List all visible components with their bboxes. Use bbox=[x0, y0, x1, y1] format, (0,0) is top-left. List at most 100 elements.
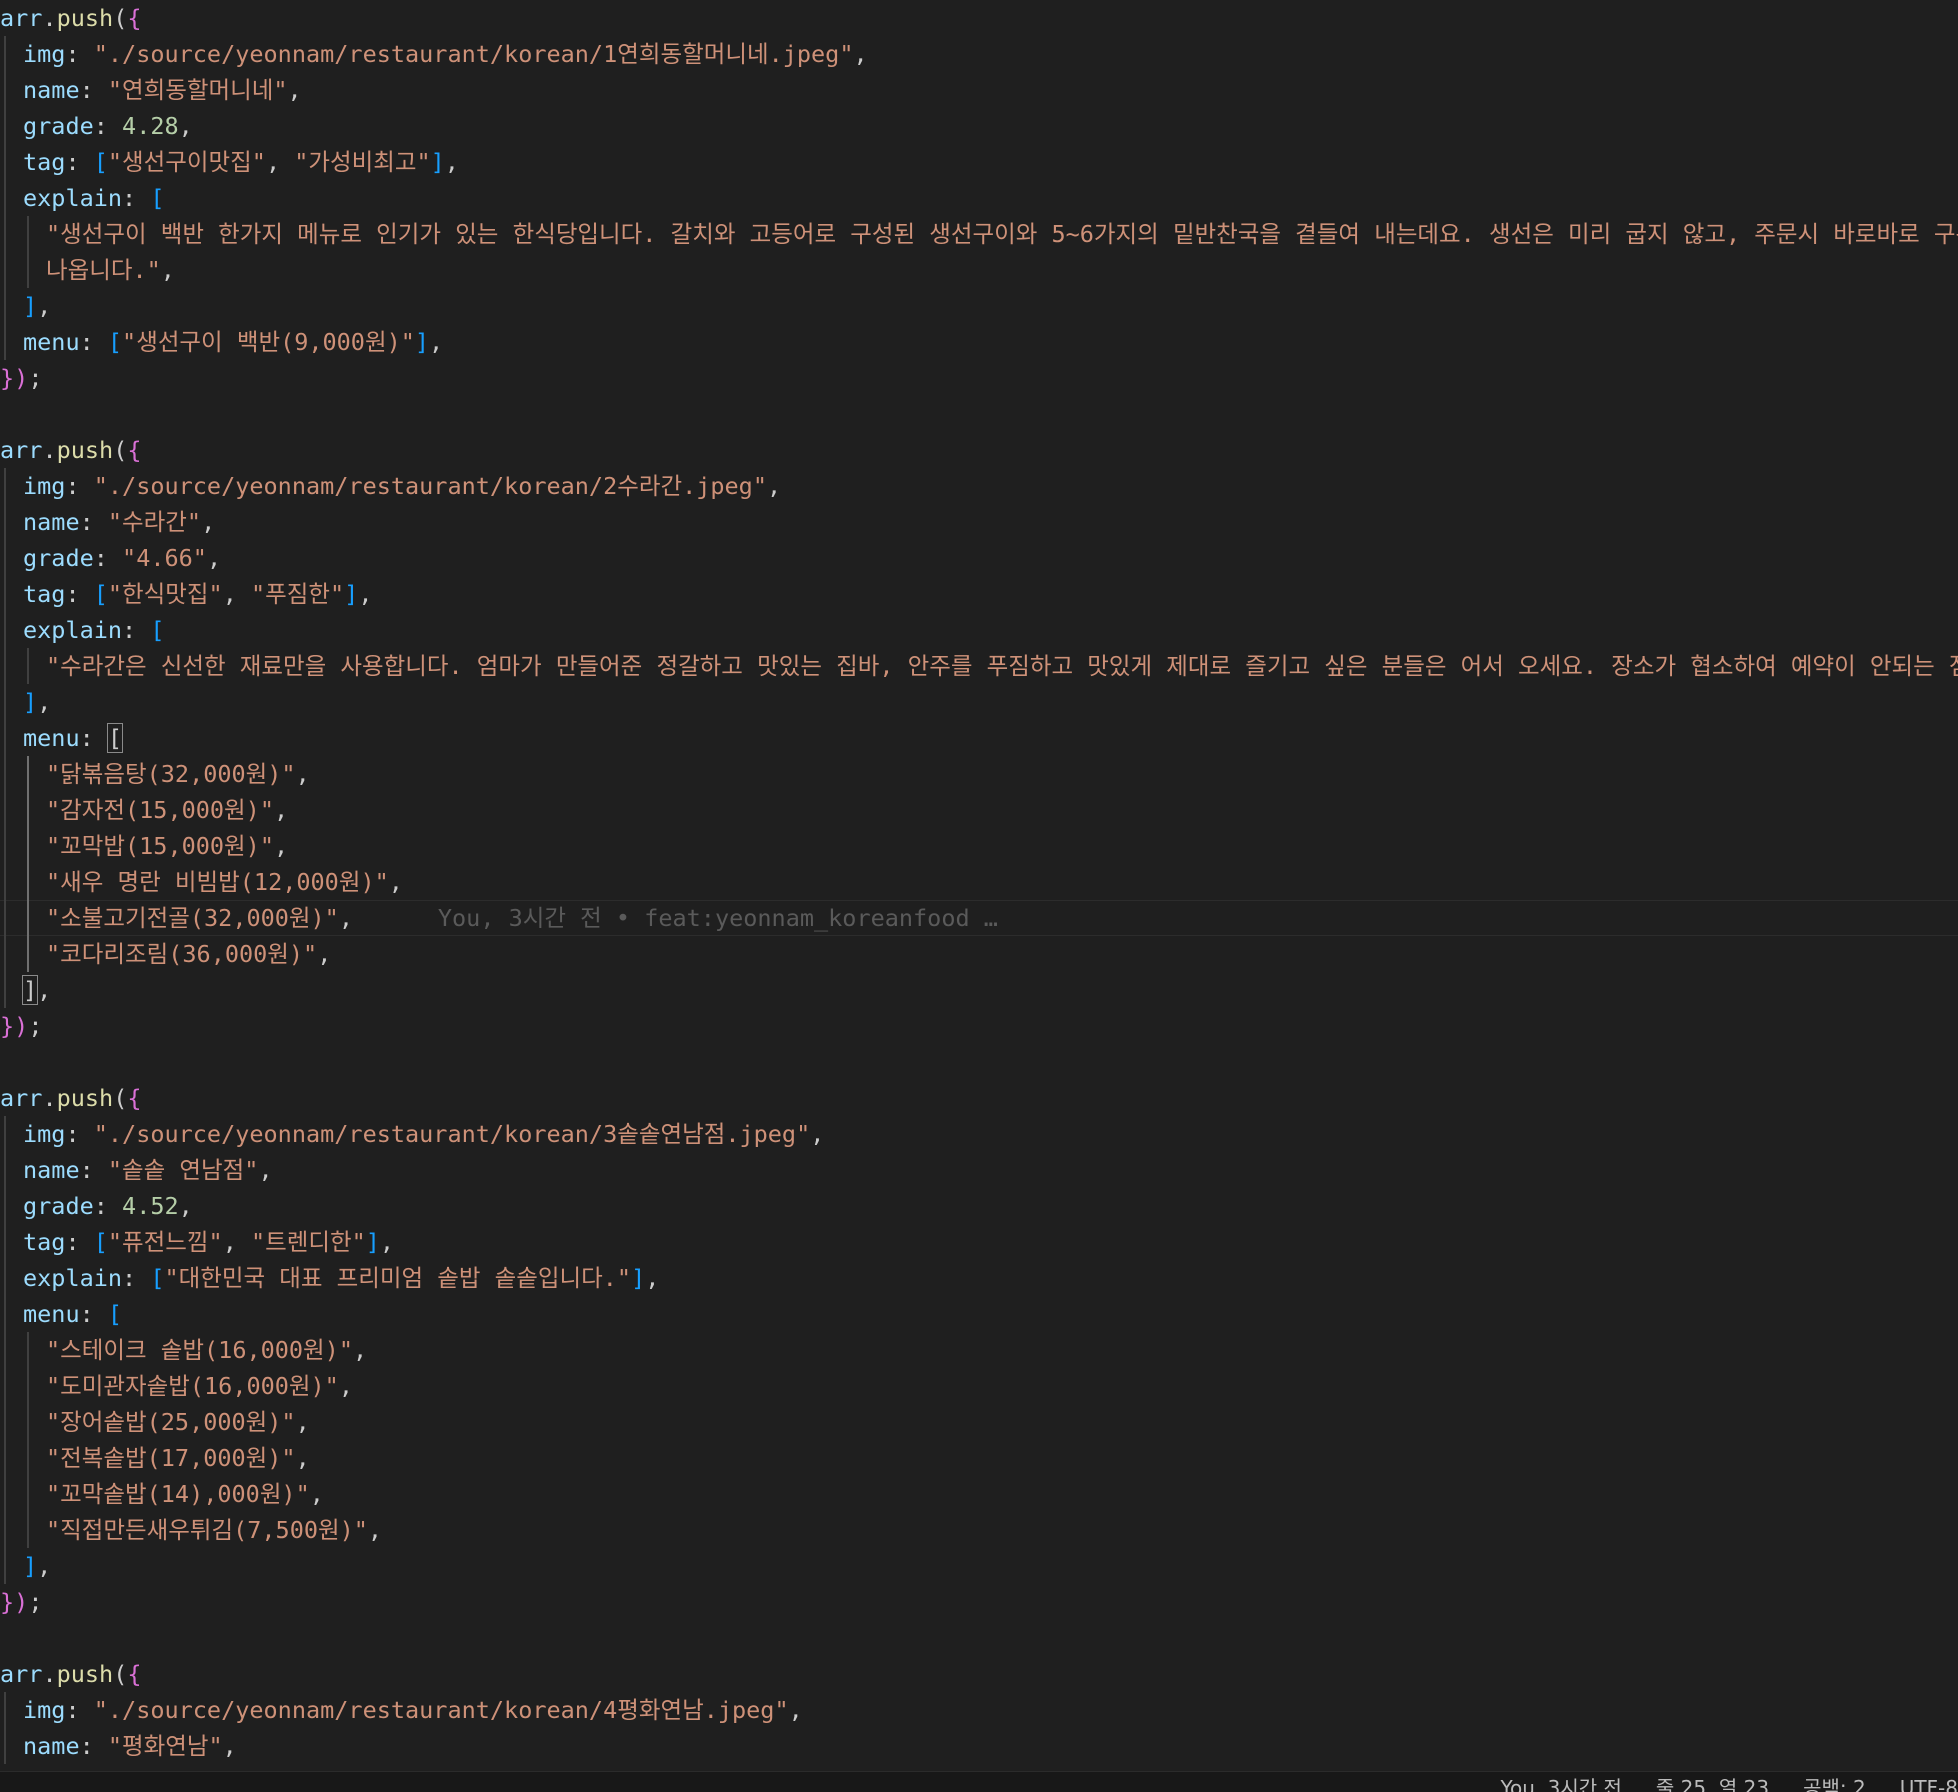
code-token: ] bbox=[414, 328, 430, 356]
code-token: "닭볶음탕(32,000원)" bbox=[46, 760, 296, 788]
code-token: . bbox=[42, 4, 57, 32]
code-text: ], bbox=[0, 292, 51, 320]
code-token: : bbox=[79, 1156, 108, 1184]
code-token: "스테이크 솥밥(16,000원)" bbox=[46, 1336, 353, 1364]
code-token: name bbox=[23, 1732, 80, 1760]
code-lines[interactable]: arr.push({img: "./source/yeonnam/restaur… bbox=[0, 0, 1958, 1764]
status-indentation[interactable]: 공백: 2 bbox=[1803, 1774, 1866, 1792]
code-line[interactable]: explain: [ bbox=[0, 612, 1958, 648]
code-token: ; bbox=[28, 364, 43, 392]
code-line[interactable]: "장어솥밥(25,000원)", bbox=[0, 1404, 1958, 1440]
code-token: : bbox=[79, 1732, 108, 1760]
code-line[interactable]: "새우 명란 비빔밥(12,000원)", bbox=[0, 864, 1958, 900]
code-line[interactable]: "꼬막밥(15,000원)", bbox=[0, 828, 1958, 864]
code-text: menu: [ bbox=[0, 1300, 122, 1328]
status-cursor-position[interactable]: 줄 25, 열 23 bbox=[1656, 1774, 1769, 1792]
code-line[interactable]: name: "솥솥 연남점", bbox=[0, 1152, 1958, 1188]
status-encoding[interactable]: UTF-8 bbox=[1900, 1774, 1958, 1792]
status-blame[interactable]: You, 3시간 전 bbox=[1500, 1774, 1621, 1792]
code-line[interactable]: ], bbox=[0, 1548, 1958, 1584]
code-line[interactable]: menu: [ bbox=[0, 720, 1958, 756]
code-token: "소불고기전골(32,000원)" bbox=[46, 904, 339, 932]
code-editor[interactable]: arr.push({img: "./source/yeonnam/restaur… bbox=[0, 0, 1958, 1772]
code-text: name: "수라간", bbox=[0, 508, 215, 536]
code-line[interactable]: }); bbox=[0, 360, 1958, 396]
code-line[interactable]: explain: ["대한민국 대표 프리미엄 솥밥 솥솥입니다."], bbox=[0, 1260, 1958, 1296]
code-token: "도미관자솥밥(16,000원)" bbox=[46, 1372, 339, 1400]
code-token: "연희동할머니네" bbox=[107, 76, 288, 104]
code-line[interactable]: grade: 4.28, bbox=[0, 108, 1958, 144]
code-token: push bbox=[56, 1660, 114, 1688]
code-token: "수라간" bbox=[107, 508, 202, 536]
code-line[interactable]: "소불고기전골(32,000원)", You, 3시간 전 • feat:yeo… bbox=[0, 900, 1958, 936]
code-line[interactable]: ], bbox=[0, 972, 1958, 1008]
code-line[interactable] bbox=[0, 396, 1958, 432]
code-token: : bbox=[65, 1228, 94, 1256]
code-text: explain: ["대한민국 대표 프리미엄 솥밥 솥솥입니다."], bbox=[0, 1264, 659, 1292]
code-line[interactable]: arr.push({ bbox=[0, 1656, 1958, 1692]
code-line[interactable]: "꼬막솥밥(14),000원)", bbox=[0, 1476, 1958, 1512]
code-line[interactable]: name: "연희동할머니네", bbox=[0, 72, 1958, 108]
code-line[interactable] bbox=[0, 1044, 1958, 1080]
code-line[interactable]: explain: [ bbox=[0, 180, 1958, 216]
code-token: , bbox=[287, 76, 302, 104]
code-text: arr.push({ bbox=[0, 1084, 142, 1112]
code-line[interactable]: arr.push({ bbox=[0, 0, 1958, 36]
code-text: menu: [ bbox=[0, 723, 124, 753]
code-text: "꼬막밥(15,000원)", bbox=[0, 832, 288, 860]
code-line[interactable]: }); bbox=[0, 1584, 1958, 1620]
code-token: , bbox=[273, 796, 289, 824]
code-line[interactable]: menu: [ bbox=[0, 1296, 1958, 1332]
code-token: { bbox=[127, 4, 142, 32]
code-token: { bbox=[127, 1084, 142, 1112]
code-line[interactable]: "감자전(15,000원)", bbox=[0, 792, 1958, 828]
code-line[interactable]: "수라간은 신선한 재료만을 사용합니다. 엄마가 만들어준 정갈하고 맛있는 … bbox=[0, 648, 1958, 684]
code-line[interactable]: arr.push({ bbox=[0, 432, 1958, 468]
code-token: [ bbox=[107, 1300, 123, 1328]
code-line[interactable]: "직접만든새우튀김(7,500원)", bbox=[0, 1512, 1958, 1548]
code-line[interactable]: name: "평화연남", bbox=[0, 1728, 1958, 1764]
code-text: img: "./source/yeonnam/restaurant/korean… bbox=[0, 1120, 824, 1148]
code-text: "직접만든새우튀김(7,500원)", bbox=[0, 1516, 382, 1544]
code-line[interactable]: ], bbox=[0, 288, 1958, 324]
code-line[interactable]: "생선구이 백반 한가지 메뉴로 인기가 있는 한식당입니다. 갈치와 고등어로… bbox=[0, 216, 1958, 252]
code-line[interactable]: grade: 4.52, bbox=[0, 1188, 1958, 1224]
code-token: : bbox=[79, 76, 108, 104]
code-token: [ bbox=[150, 616, 165, 644]
code-line[interactable]: "도미관자솥밥(16,000원)", bbox=[0, 1368, 1958, 1404]
code-line[interactable]: ], bbox=[0, 684, 1958, 720]
code-token: arr bbox=[0, 1660, 43, 1688]
code-token: [ bbox=[93, 148, 108, 176]
code-token: , bbox=[810, 1120, 825, 1148]
code-token: "가성비최고" bbox=[294, 148, 431, 176]
code-token: "감자전(15,000원)" bbox=[46, 796, 274, 824]
code-line[interactable]: arr.push({ bbox=[0, 1080, 1958, 1116]
code-token: , bbox=[788, 1696, 803, 1724]
code-token: ] bbox=[430, 148, 445, 176]
code-line[interactable]: name: "수라간", bbox=[0, 504, 1958, 540]
code-line[interactable]: tag: ["퓨전느낌", "트렌디한"], bbox=[0, 1224, 1958, 1260]
code-line[interactable]: img: "./source/yeonnam/restaurant/korean… bbox=[0, 36, 1958, 72]
code-line[interactable]: img: "./source/yeonnam/restaurant/korean… bbox=[0, 1692, 1958, 1728]
code-line[interactable]: img: "./source/yeonnam/restaurant/korean… bbox=[0, 468, 1958, 504]
code-token: : bbox=[65, 40, 94, 68]
code-token: { bbox=[127, 436, 142, 464]
code-line[interactable]: "코다리조림(36,000원)", bbox=[0, 936, 1958, 972]
code-text: }); bbox=[0, 1012, 42, 1040]
code-token: , bbox=[258, 1156, 273, 1184]
code-line[interactable]: menu: ["생선구이 백반(9,000원)"], bbox=[0, 324, 1958, 360]
code-line[interactable]: "스테이크 솥밥(16,000원)", bbox=[0, 1332, 1958, 1368]
code-line[interactable]: }); bbox=[0, 1008, 1958, 1044]
code-token: { bbox=[127, 1660, 142, 1688]
code-line[interactable]: grade: "4.66", bbox=[0, 540, 1958, 576]
code-token: , bbox=[352, 1336, 368, 1364]
code-line[interactable]: "닭볶음탕(32,000원)", bbox=[0, 756, 1958, 792]
code-line[interactable]: 나옵니다.", bbox=[0, 252, 1958, 288]
code-line[interactable]: tag: ["생선구이맛집", "가성비최고"], bbox=[0, 144, 1958, 180]
code-line[interactable] bbox=[0, 1620, 1958, 1656]
code-line[interactable]: "전복솥밥(17,000원)", bbox=[0, 1440, 1958, 1476]
code-line[interactable]: tag: ["한식맛집", "푸짐한"], bbox=[0, 576, 1958, 612]
code-text: arr.push({ bbox=[0, 436, 142, 464]
code-line[interactable]: img: "./source/yeonnam/restaurant/korean… bbox=[0, 1116, 1958, 1152]
code-token: : bbox=[122, 616, 151, 644]
